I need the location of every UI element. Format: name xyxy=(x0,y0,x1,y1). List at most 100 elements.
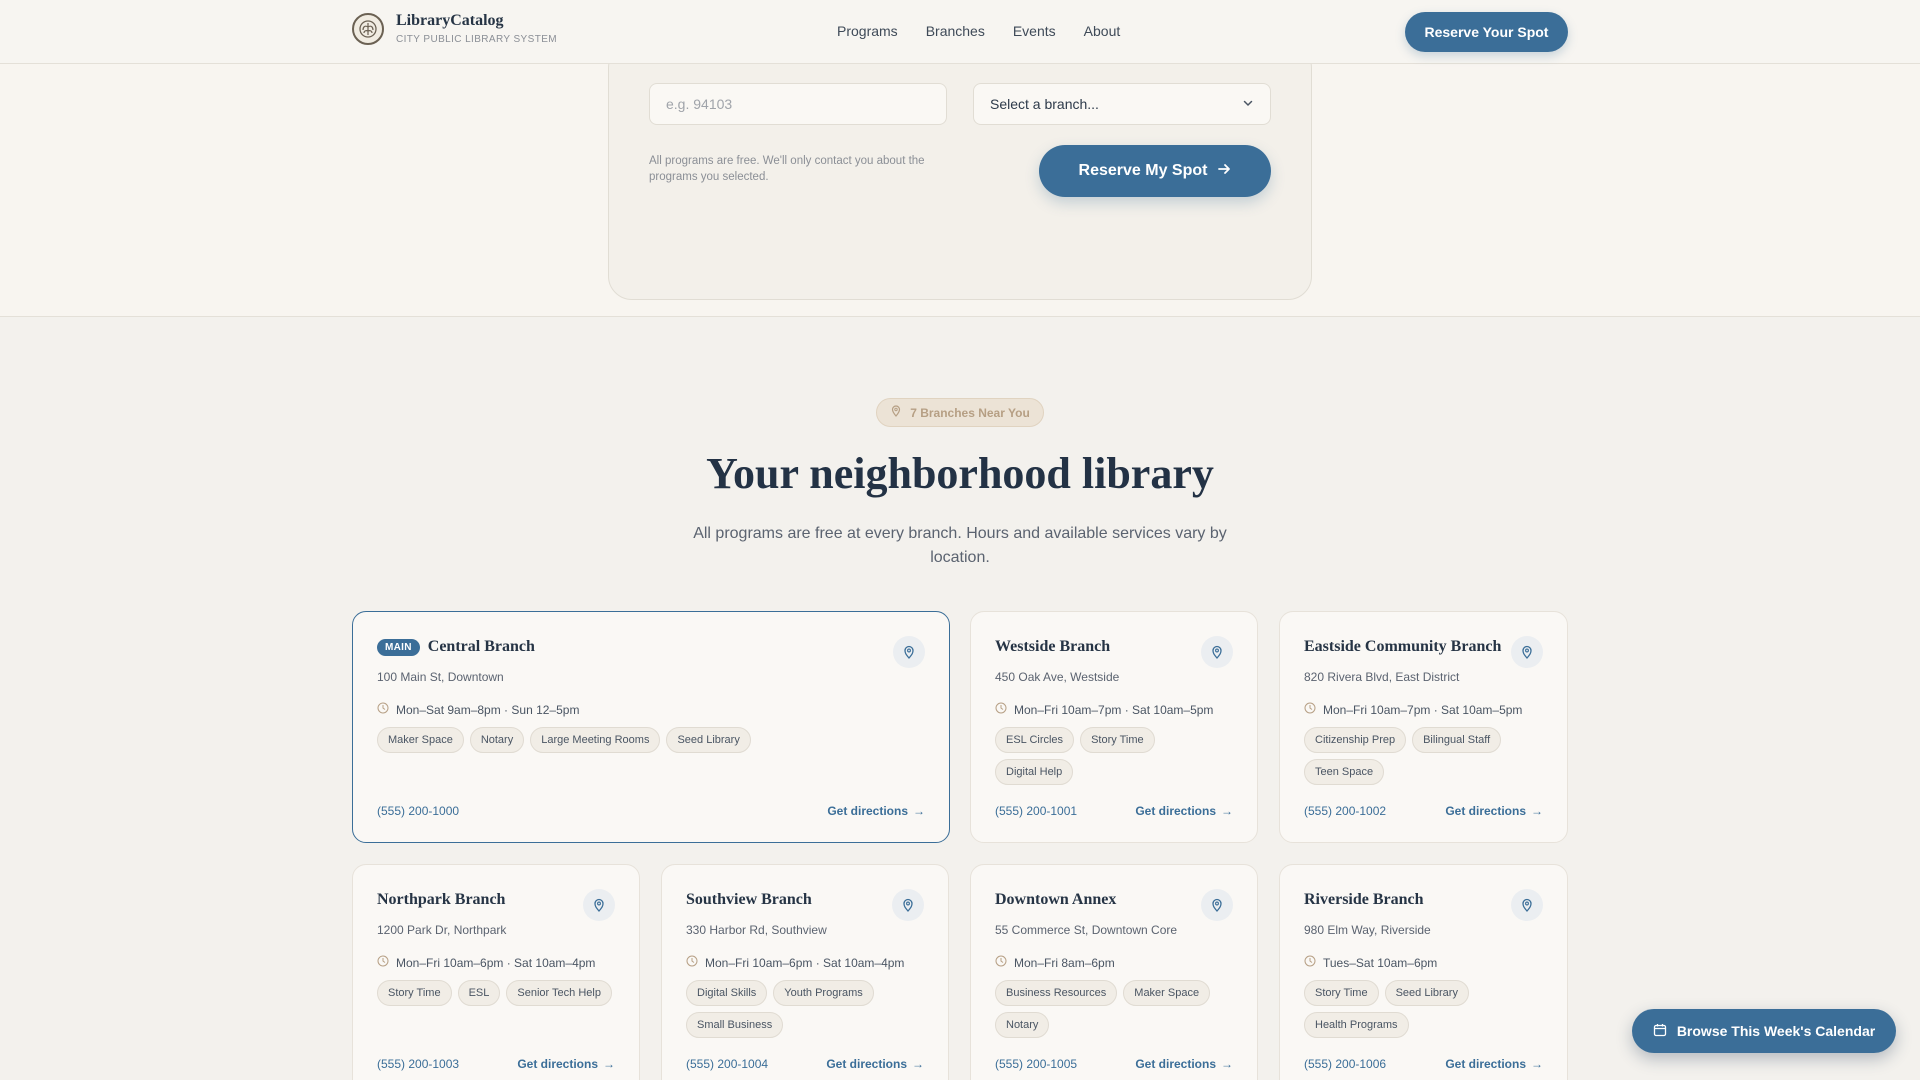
service-tag: Seed Library xyxy=(666,727,751,753)
branch-name: Eastside Community Branch xyxy=(1304,638,1502,655)
clock-icon xyxy=(686,955,698,970)
nav-programs[interactable]: Programs xyxy=(837,23,898,39)
reserve-my-spot-button[interactable]: Reserve My Spot xyxy=(1039,145,1271,197)
map-pin-icon[interactable] xyxy=(1511,636,1543,668)
get-directions-link[interactable]: Get directions → xyxy=(517,1057,615,1071)
service-tags: Story Time Seed Library Health Programs xyxy=(1304,980,1544,1038)
branch-address: 980 Elm Way, Riverside xyxy=(1304,923,1431,937)
branch-card[interactable]: Westside Branch 450 Oak Ave, Westside Mo… xyxy=(970,611,1258,843)
branch-hours: Tues–Sat 10am–6pm xyxy=(1304,955,1437,970)
map-pin-icon[interactable] xyxy=(1201,889,1233,921)
zip-input[interactable]: e.g. 94103 xyxy=(649,83,947,125)
branch-hours-text: Mon–Sat 9am–8pm · Sun 12–5pm xyxy=(396,702,580,717)
get-directions-link[interactable]: Get directions → xyxy=(1135,1057,1233,1071)
brand[interactable]: LibraryCatalog CITY PUBLIC LIBRARY SYSTE… xyxy=(352,12,557,45)
zip-placeholder: e.g. 94103 xyxy=(666,96,733,112)
clock-icon xyxy=(377,955,389,970)
brand-subtitle: CITY PUBLIC LIBRARY SYSTEM xyxy=(396,34,558,45)
branch-select[interactable]: Select a branch... xyxy=(973,83,1271,125)
service-tag: Small Business xyxy=(686,1012,784,1038)
service-tag: Citizenship Prep xyxy=(1304,727,1407,753)
branch-card[interactable]: Eastside Community Branch 820 Rivera Blv… xyxy=(1279,611,1568,843)
browse-calendar-button[interactable]: Browse This Week's Calendar xyxy=(1632,1009,1896,1053)
reserve-my-spot-label: Reserve My Spot xyxy=(1078,162,1208,179)
get-directions-label: Get directions xyxy=(517,1057,598,1071)
arrow-right-icon: → xyxy=(913,804,925,818)
arrow-right-icon: → xyxy=(912,1057,924,1071)
site-header: LibraryCatalog CITY PUBLIC LIBRARY SYSTE… xyxy=(0,0,1920,64)
branches-count-badge: 7 Branches Near You xyxy=(876,398,1044,427)
branch-name: Northpark Branch xyxy=(377,891,506,908)
branch-phone[interactable]: (555) 200-1006 xyxy=(1304,1057,1386,1071)
branch-address: 1200 Park Dr, Northpark xyxy=(377,923,507,937)
service-tags: Maker Space Notary Large Meeting Rooms S… xyxy=(377,727,927,753)
branch-hours-text: Tues–Sat 10am–6pm xyxy=(1323,955,1438,970)
arrow-right-icon: → xyxy=(603,1057,615,1071)
map-pin-icon[interactable] xyxy=(1511,889,1543,921)
service-tag: Large Meeting Rooms xyxy=(530,727,661,753)
get-directions-link[interactable]: Get directions → xyxy=(1445,804,1543,818)
service-tags: Citizenship Prep Bilingual Staff Teen Sp… xyxy=(1304,727,1544,785)
branch-card[interactable]: Downtown Annex 55 Commerce St, Downtown … xyxy=(970,864,1258,1080)
service-tag: Story Time xyxy=(1304,980,1379,1006)
get-directions-link[interactable]: Get directions → xyxy=(1445,1057,1543,1071)
get-directions-label: Get directions xyxy=(827,804,908,818)
branch-address: 55 Commerce St, Downtown Core xyxy=(995,923,1178,937)
book-tree-icon xyxy=(352,12,384,45)
map-pin-icon[interactable] xyxy=(1201,636,1233,668)
map-pin-icon[interactable] xyxy=(893,636,925,668)
branch-phone[interactable]: (555) 200-1005 xyxy=(995,1057,1077,1071)
service-tag: Health Programs xyxy=(1304,1012,1409,1038)
service-tag: Seed Library xyxy=(1384,980,1469,1006)
chevron-down-icon xyxy=(1242,96,1254,112)
calendar-icon xyxy=(1653,1023,1667,1040)
reservation-form: e.g. 94103 Select a branch... All progra… xyxy=(608,44,1312,300)
get-directions-link[interactable]: Get directions → xyxy=(826,1057,924,1071)
map-pin-icon[interactable] xyxy=(583,889,615,921)
reserve-your-spot-button[interactable]: Reserve Your Spot xyxy=(1405,12,1568,52)
nav-events[interactable]: Events xyxy=(1013,23,1056,39)
get-directions-label: Get directions xyxy=(1135,1057,1216,1071)
service-tag: ESL xyxy=(457,980,501,1006)
branch-card[interactable]: Riverside Branch 980 Elm Way, Riverside … xyxy=(1279,864,1568,1080)
service-tag: Notary xyxy=(995,1012,1050,1038)
nav-about[interactable]: About xyxy=(1084,23,1121,39)
map-pin-icon[interactable] xyxy=(892,889,924,921)
branch-address: 820 Rivera Blvd, East District xyxy=(1304,670,1460,684)
browse-calendar-label: Browse This Week's Calendar xyxy=(1676,1023,1876,1039)
branch-hours-text: Mon–Fri 10am–6pm · Sat 10am–4pm xyxy=(396,955,596,970)
branch-address: 100 Main St, Downtown xyxy=(377,670,504,684)
service-tags: Story Time ESL Senior Tech Help xyxy=(377,980,617,1006)
branch-hours-text: Mon–Fri 10am–7pm · Sat 10am–5pm xyxy=(1014,702,1214,717)
arrow-right-icon: → xyxy=(1221,1057,1233,1071)
branch-hours: Mon–Sat 9am–8pm · Sun 12–5pm xyxy=(377,702,579,717)
branch-phone[interactable]: (555) 200-1004 xyxy=(686,1057,768,1071)
branch-card[interactable]: MAIN Central Branch 100 Main St, Downtow… xyxy=(352,611,950,843)
branch-phone[interactable]: (555) 200-1003 xyxy=(377,1057,459,1071)
branch-address: 330 Harbor Rd, Southview xyxy=(686,923,827,937)
service-tag: Teen Space xyxy=(1304,759,1385,785)
arrow-right-icon: → xyxy=(1531,1057,1543,1071)
service-tag: Business Resources xyxy=(995,980,1118,1006)
arrow-right-icon: → xyxy=(1221,804,1233,818)
service-tag: Story Time xyxy=(1080,727,1155,753)
branch-name: Riverside Branch xyxy=(1304,891,1424,908)
branch-phone[interactable]: (555) 200-1001 xyxy=(995,804,1077,818)
branch-name: Central Branch xyxy=(427,638,535,655)
branch-card[interactable]: Southview Branch 330 Harbor Rd, Southvie… xyxy=(661,864,949,1080)
branch-phone[interactable]: (555) 200-1000 xyxy=(377,804,459,818)
branch-address: 450 Oak Ave, Westside xyxy=(995,670,1120,684)
branch-phone[interactable]: (555) 200-1002 xyxy=(1304,804,1386,818)
branch-card[interactable]: Northpark Branch 1200 Park Dr, Northpark… xyxy=(352,864,640,1080)
section-subtitle: All programs are free at every branch. H… xyxy=(693,525,1227,566)
get-directions-link[interactable]: Get directions → xyxy=(1135,804,1233,818)
get-directions-label: Get directions xyxy=(1445,1057,1526,1071)
service-tags: ESL Circles Story Time Digital Help xyxy=(995,727,1235,785)
service-tag: Digital Help xyxy=(995,759,1074,785)
get-directions-link[interactable]: Get directions → xyxy=(827,804,925,818)
section-title: Your neighborhood library xyxy=(706,449,1214,498)
service-tag: ESL Circles xyxy=(995,727,1075,753)
branches-count-label: 7 Branches Near You xyxy=(910,405,1030,420)
arrow-right-icon: → xyxy=(1531,804,1543,818)
nav-branches[interactable]: Branches xyxy=(926,23,985,39)
